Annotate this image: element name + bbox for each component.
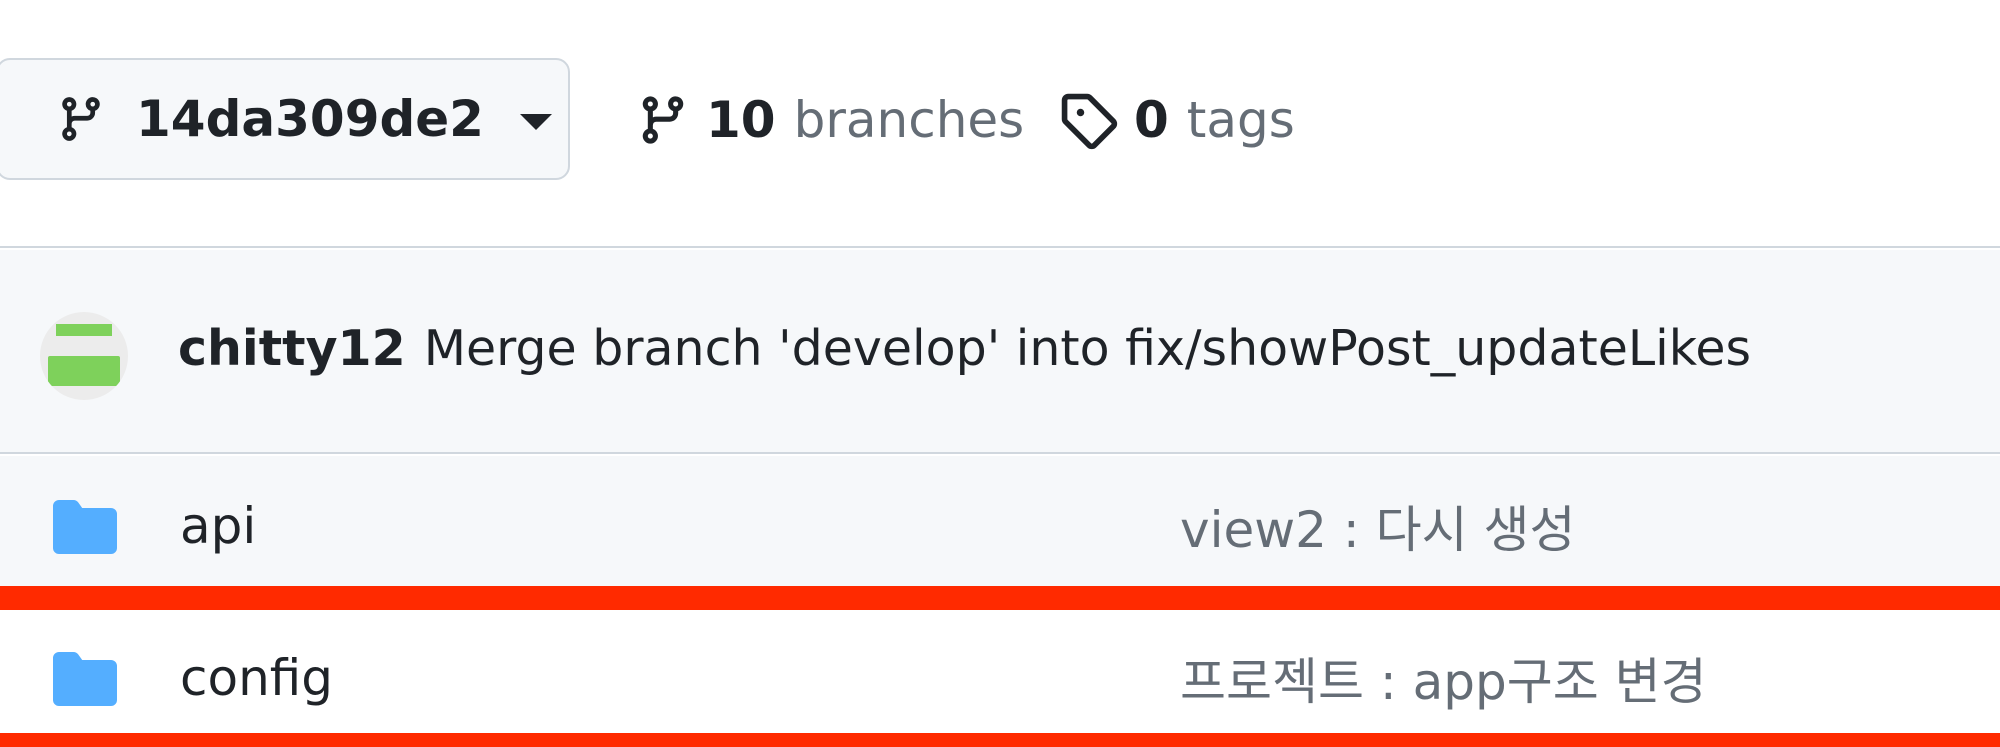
caret-down-icon	[519, 114, 552, 130]
list-item[interactable]: config 프로젝트 : app구조 변경	[0, 608, 2000, 747]
latest-commit-row: chitty12 Merge branch 'develop' into fix/…	[0, 250, 2000, 454]
highlight-bar-bottom	[0, 733, 2000, 747]
branches-count: 10	[706, 91, 776, 149]
branches-label: branches	[793, 91, 1025, 149]
commit-message-link[interactable]: Merge branch 'develop' into fix/showPost…	[424, 320, 1751, 377]
tag-icon	[1061, 93, 1118, 150]
commit-author-link[interactable]: chitty12	[178, 320, 406, 377]
branch-selector-label: 14da309de2	[136, 90, 484, 148]
file-commit-message-link[interactable]: 프로젝트 : app구조 변경	[1180, 642, 1707, 714]
branch-selector-button[interactable]: 14da309de2	[0, 58, 570, 180]
branches-link[interactable]: 10 branches	[636, 88, 1024, 152]
file-name-link[interactable]: api	[180, 497, 256, 555]
folder-icon	[53, 652, 117, 706]
file-name-link[interactable]: config	[180, 649, 333, 707]
git-branch-icon	[62, 97, 100, 141]
file-list-box: chitty12 Merge branch 'develop' into fix/…	[0, 246, 2000, 747]
highlight-bar-top	[0, 586, 2000, 610]
repo-file-browser: 14da309de2 10 branches 0 tags chitty12 Me…	[0, 0, 2000, 747]
tags-label: tags	[1186, 91, 1295, 149]
list-item[interactable]: api view2 : 다시 생성	[0, 456, 2000, 596]
git-branch-icon	[642, 96, 684, 144]
folder-icon	[53, 500, 117, 554]
tags-link[interactable]: 0 tags	[1058, 88, 1295, 152]
file-commit-message-link[interactable]: view2 : 다시 생성	[1180, 490, 1575, 562]
avatar[interactable]	[40, 312, 128, 400]
tags-count: 0	[1134, 91, 1169, 149]
latest-commit-text: chitty12 Merge branch 'develop' into fix/…	[178, 320, 1751, 377]
